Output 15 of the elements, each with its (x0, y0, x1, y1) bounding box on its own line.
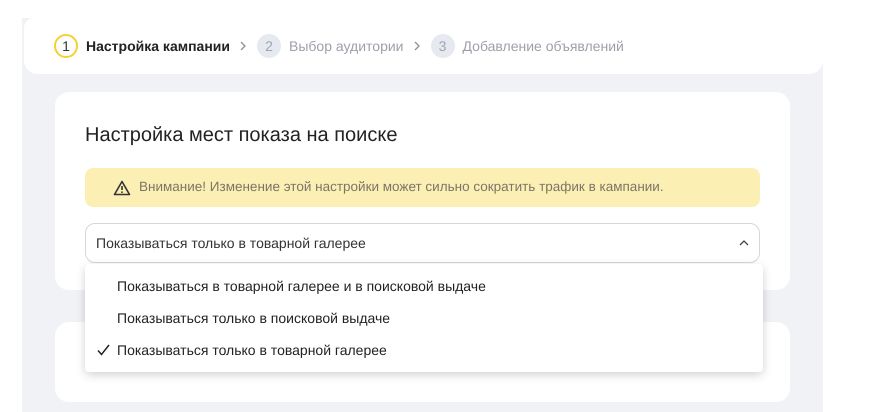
warning-icon (113, 180, 131, 196)
step-number: 1 (54, 34, 78, 58)
warning-text: Внимание! Изменение этой настройки может сильно сократить трафик в кампании. (139, 178, 664, 196)
check-icon (97, 344, 110, 356)
chevron-icon (414, 41, 421, 51)
step-number: 2 (257, 34, 281, 58)
dropdown-option[interactable]: Показываться в товарной галерее и в поисковой выдаче (85, 270, 763, 302)
placement-select[interactable]: Показываться только в товарной галерее (85, 223, 760, 263)
step-number: 3 (430, 34, 455, 58)
dropdown-option[interactable]: Показываться только в товарной галерее (85, 334, 763, 366)
section-title: Настройка мест показа на поиске (85, 123, 398, 148)
step-tab[interactable]: Настройка кампании (86, 36, 230, 56)
chevron-icon (240, 41, 247, 51)
dropdown-option[interactable]: Показываться только в поисковой выдаче (85, 302, 763, 334)
caret-icon (739, 240, 749, 246)
